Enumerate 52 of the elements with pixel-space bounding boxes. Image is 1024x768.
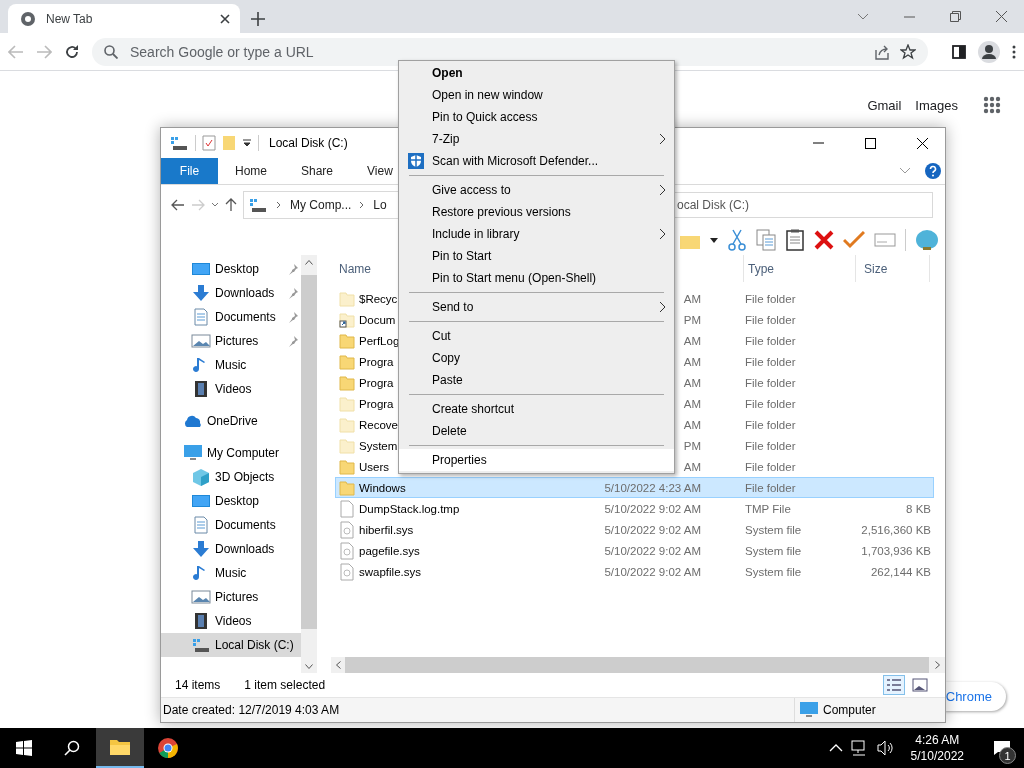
file-name: hiberfil.sys <box>359 523 414 536</box>
location-label: Computer <box>823 703 876 717</box>
date-cell-text: AM <box>682 460 701 473</box>
date-cell-text: AM <box>682 397 701 410</box>
file-name: swapfile.sys <box>359 565 421 578</box>
size-cell-text: 262,144 KB <box>869 565 931 578</box>
type-cell-text: TMP File <box>745 502 792 515</box>
file-name: pagefile.sys <box>359 544 420 557</box>
date-cell-text: PM <box>682 313 701 326</box>
file-name: Users <box>359 460 390 473</box>
date-cell-text: AM <box>682 376 701 389</box>
file-name: Progra <box>359 355 394 368</box>
date-cell-text: 5/10/2022 9:02 AM <box>603 544 701 557</box>
date-cell-text: AM <box>682 292 701 305</box>
type-cell-text: File folder <box>745 376 797 389</box>
date-cell-text: AM <box>682 355 701 368</box>
date-cell-text: 5/10/2022 9:02 AM <box>603 523 701 536</box>
type-cell-text: File folder <box>745 418 797 431</box>
date-cell-text: 5/10/2022 4:23 AM <box>603 481 701 494</box>
date-cell-text: 5/10/2022 9:02 AM <box>603 565 701 578</box>
type-cell-text: File folder <box>745 292 797 305</box>
file-name: Windows <box>359 481 406 494</box>
type-cell-text: File folder <box>745 334 797 347</box>
date-cell-text: PM <box>682 439 701 452</box>
size-cell-text: 8 KB <box>905 502 931 515</box>
selection-count: 1 item selected <box>244 678 326 692</box>
size-cell-text: 1,703,936 KB <box>860 544 931 557</box>
type-cell-text: File folder <box>745 397 797 410</box>
date-cell-text: AM <box>682 334 701 347</box>
date-cell-text: AM <box>682 418 701 431</box>
file-name: Progra <box>359 376 394 389</box>
type-cell-text: File folder <box>745 481 797 494</box>
file-name: Docum <box>359 313 396 326</box>
file-name: DumpStack.log.tmp <box>359 502 460 515</box>
date-cell-text: 5/10/2022 9:02 AM <box>603 502 701 515</box>
type-cell-text: System file <box>745 544 803 557</box>
size-cell-text: 2,516,360 KB <box>860 523 931 536</box>
tab-title: New Tab <box>46 11 94 26</box>
file-name: System <box>359 439 398 452</box>
file-name: $Recyc <box>359 292 398 305</box>
type-cell-text: File folder <box>745 439 797 452</box>
file-name: Recove <box>359 418 398 431</box>
type-cell-text: File folder <box>745 355 797 368</box>
type-cell-text: System file <box>745 523 803 536</box>
type-cell-text: System file <box>745 565 803 578</box>
notification-count: 1 <box>999 747 1016 764</box>
file-name: Progra <box>359 397 394 410</box>
date-created: Date created: 12/7/2019 4:03 AM <box>163 703 340 717</box>
type-cell-text: File folder <box>745 460 797 473</box>
type-cell-text: File folder <box>745 313 797 326</box>
window-title: Local Disk (C:) <box>269 136 348 150</box>
item-count: 14 items <box>175 678 221 692</box>
